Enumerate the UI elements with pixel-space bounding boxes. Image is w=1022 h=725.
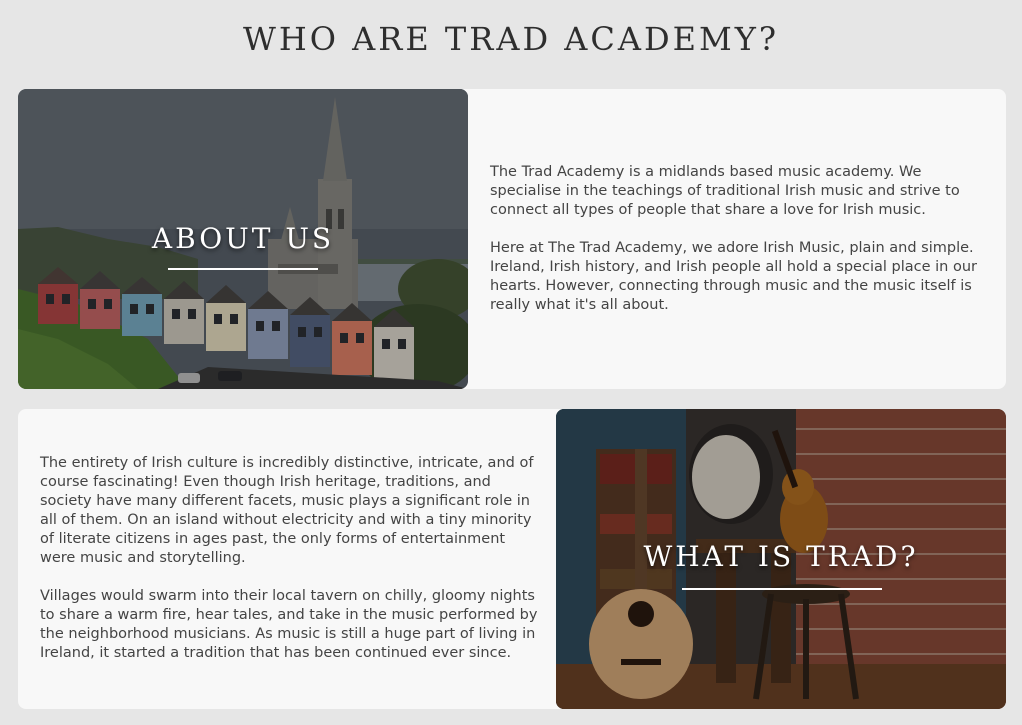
about-us-label: ABOUT US [151,222,335,255]
about-us-underline [168,268,318,270]
about-us-paragraph-1: The Trad Academy is a midlands based mus… [490,164,960,218]
what-is-trad-image: WHAT IS TRAD? [556,409,1006,709]
about-us-paragraph-2: Here at The Trad Academy, we adore Irish… [490,240,977,313]
about-us-text: The Trad Academy is a midlands based mus… [490,163,980,334]
what-is-trad-paragraph-2: Villages would swarm into their local ta… [40,588,538,661]
what-is-trad-text: The entirety of Irish culture is incredi… [40,454,540,682]
what-is-trad-underline [682,588,882,590]
about-us-image: ABOUT US [18,89,468,389]
what-is-trad-paragraph-1: The entirety of Irish culture is incredi… [40,455,534,566]
what-is-trad-label: WHAT IS TRAD? [643,540,919,573]
what-is-trad-section: The entirety of Irish culture is incredi… [18,409,1006,709]
about-us-section: ABOUT US The Trad Academy is a midlands … [18,89,1006,389]
page-title: WHO ARE TRAD ACADEMY? [242,20,780,58]
